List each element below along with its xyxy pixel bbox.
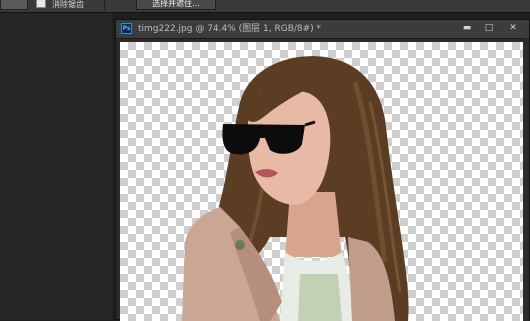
feather-field[interactable] — [0, 0, 28, 10]
document-title: timg222.jpg @ 74.4% (图层 1, RGB/8#) * — [138, 24, 322, 34]
document-title-bar[interactable]: Ps timg222.jpg @ 74.4% (图层 1, RGB/8#) * … — [116, 20, 529, 39]
minimize-button[interactable]: ▬ — [456, 22, 478, 35]
document-window[interactable]: Ps timg222.jpg @ 74.4% (图层 1, RGB/8#) * … — [115, 19, 530, 321]
layer-image — [182, 56, 409, 321]
workspace-left-area — [0, 13, 112, 320]
photoshop-icon: Ps — [121, 23, 132, 34]
brooch — [235, 240, 245, 250]
maximize-button[interactable]: □ — [478, 22, 500, 35]
select-and-mask-button[interactable]: 选择并遮住... — [136, 0, 216, 10]
vertical-scrollbar[interactable] — [523, 38, 529, 321]
close-button[interactable]: ✕ — [502, 22, 524, 35]
canvas[interactable] — [120, 42, 525, 321]
anti-alias-label: 消除锯齿 — [52, 0, 84, 9]
options-bar: 消除锯齿 选择并遮住... — [0, 0, 530, 13]
anti-alias-checkbox[interactable] — [36, 0, 46, 8]
options-divider — [104, 0, 105, 10]
